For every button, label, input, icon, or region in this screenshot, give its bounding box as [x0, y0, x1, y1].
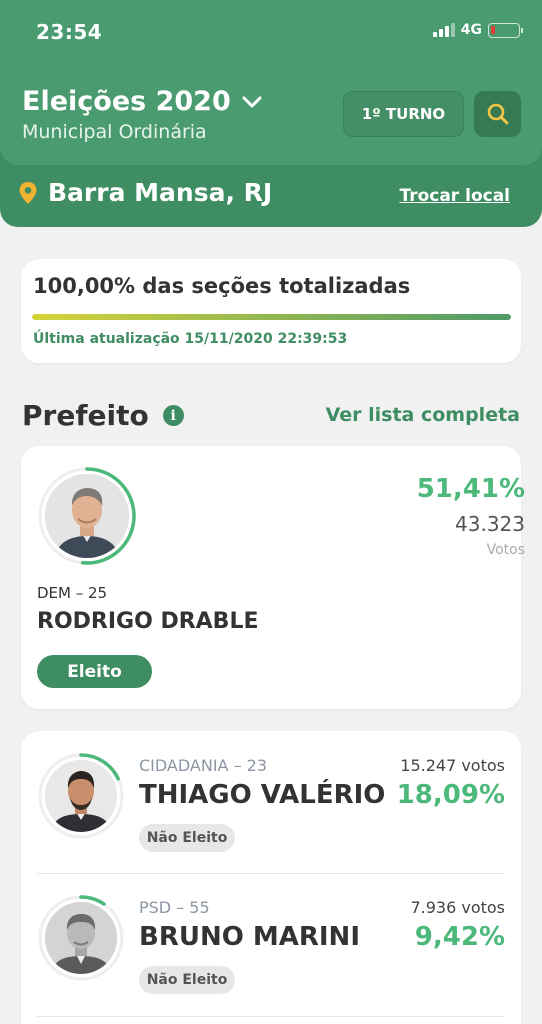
last-update: Última atualização 15/11/2020 22:39:53: [33, 331, 348, 347]
section-title: Prefeito: [22, 399, 149, 432]
search-button[interactable]: [474, 91, 521, 137]
candidate-name[interactable]: THIAGO VALÉRIO: [139, 780, 385, 810]
search-icon: [487, 103, 508, 125]
winner-party: DEM – 25: [37, 584, 108, 602]
winner-votes: 43.323: [455, 512, 525, 536]
status-time: 23:54: [36, 20, 103, 44]
signal-icon: [432, 23, 455, 37]
info-icon[interactable]: i: [162, 405, 184, 426]
winner-avatar-frame: [37, 466, 137, 566]
current-location: Barra Mansa, RJ: [18, 178, 272, 207]
not-elected-badge: Não Eleito: [139, 824, 235, 852]
totalization-card: 100,00% das seções totalizadas Última at…: [21, 259, 521, 363]
candidate-percent: 9,42%: [414, 922, 505, 952]
progress-fill: [32, 314, 511, 320]
location-name: Barra Mansa, RJ: [48, 178, 273, 207]
see-full-list-link[interactable]: Ver lista completa: [326, 404, 520, 426]
totalization-title: 100,00% das seções totalizadas: [33, 274, 411, 298]
candidate-name[interactable]: BRUNO MARINI: [139, 922, 360, 952]
elected-badge: Eleito: [37, 655, 152, 688]
winner-name: RODRIGO DRABLE: [37, 609, 259, 634]
election-selector[interactable]: Eleições 2020: [22, 86, 263, 117]
candidate-party: CIDADANIA – 23: [139, 756, 268, 775]
section-header: Prefeito i: [22, 399, 184, 432]
not-elected-badge: Não Eleito: [139, 966, 235, 994]
winner-percent: 51,41%: [416, 474, 525, 504]
totalization-progress-bar: [32, 314, 511, 320]
candidate-votes: 15.247 votos: [400, 756, 505, 775]
candidate-photo: [45, 902, 117, 974]
status-indicators: 4G: [432, 22, 523, 38]
battery-icon: [488, 22, 523, 38]
election-title: Eleições 2020: [22, 86, 231, 117]
candidate-votes: 7.936 votos: [410, 898, 505, 917]
avatar: [45, 902, 117, 974]
election-subtitle: Municipal Ordinária: [22, 121, 207, 143]
candidate-avatar-frame: [37, 894, 125, 982]
network-label: 4G: [460, 22, 482, 38]
candidate-photo: [45, 760, 117, 832]
avatar: [45, 760, 117, 832]
candidate-percent: 18,09%: [396, 780, 505, 810]
row-divider: [37, 873, 505, 874]
row-divider: [37, 1016, 505, 1017]
change-location-link[interactable]: Trocar local: [399, 186, 510, 206]
location-pin-icon: [19, 181, 37, 204]
turno-button[interactable]: 1º TURNO: [343, 91, 464, 137]
candidate-avatar-frame: [37, 752, 125, 840]
battery-level: [491, 25, 495, 34]
avatar: [45, 474, 129, 558]
candidate-photo: [45, 474, 129, 558]
candidate-party: PSD – 55: [139, 898, 210, 917]
chevron-down-icon: [242, 96, 262, 107]
votes-label: Votos: [486, 542, 525, 558]
